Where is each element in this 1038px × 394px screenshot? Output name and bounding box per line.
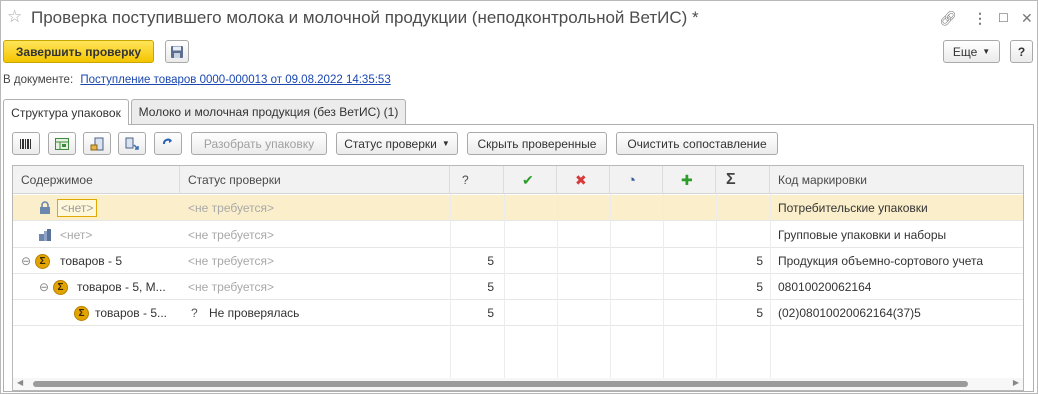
- collapse-icon[interactable]: ⊖: [39, 280, 49, 294]
- column-divider: [504, 194, 505, 390]
- close-icon[interactable]: ✕: [1021, 10, 1033, 27]
- tab-package-structure[interactable]: Структура упаковок: [3, 99, 129, 125]
- table-row[interactable]: ⊖ Σ товаров - 5 <не требуется> 5 5 Проду…: [13, 248, 1023, 274]
- row-status: Не проверялась: [209, 306, 300, 320]
- favorite-star-icon[interactable]: ☆: [7, 7, 22, 27]
- column-divider: [770, 194, 771, 390]
- lock-icon: [39, 195, 51, 221]
- unpack-package-button[interactable]: Разобрать упаковку: [191, 132, 327, 155]
- row-code: (02)08010020062164(37)5: [778, 306, 921, 320]
- row-status: <не требуется>: [188, 228, 274, 242]
- plus-icon[interactable]: ✚: [663, 166, 716, 194]
- collapse-icon[interactable]: ⊖: [21, 254, 31, 268]
- floppy-disk-icon: [171, 45, 183, 58]
- question-icon: ?: [191, 306, 198, 320]
- row-content: товаров - 5...: [95, 306, 168, 320]
- document-link[interactable]: Поступление товаров 0000-000013 от 09.08…: [80, 74, 390, 86]
- row-code: 08010020062164: [778, 280, 872, 294]
- sum-icon: Σ: [74, 305, 89, 321]
- partial-icon[interactable]: ◔: [610, 166, 663, 194]
- barcode-scan-button[interactable]: [12, 132, 40, 155]
- row-total: 5: [756, 254, 763, 268]
- refresh-icon: [163, 138, 172, 144]
- row-unknown-count: 5: [487, 280, 494, 294]
- row-total: 5: [756, 306, 763, 320]
- column-divider: [557, 194, 558, 390]
- finish-check-button[interactable]: Завершить проверку: [3, 40, 154, 63]
- row-code: Групповые упаковки и наборы: [778, 228, 947, 242]
- row-unknown-count: 5: [487, 306, 494, 320]
- chevron-down-icon: ▼: [982, 47, 991, 56]
- check-icon[interactable]: ✔: [504, 166, 557, 194]
- column-divider: [610, 194, 611, 390]
- horizontal-scrollbar[interactable]: ◀ ▶: [13, 378, 1023, 390]
- table-row[interactable]: Σ товаров - 5... ? Не проверялась 5 5 (0…: [13, 300, 1023, 326]
- group-package-icon: [38, 222, 52, 248]
- header-code[interactable]: Код маркировки: [770, 166, 1023, 194]
- maximize-icon[interactable]: ☐: [998, 11, 1009, 25]
- header-unknown[interactable]: ?: [450, 166, 504, 194]
- table-header: Содержимое Статус проверки ? ✔ ✖ ◔ ✚ Σ К…: [13, 166, 1023, 194]
- table-select-button[interactable]: [48, 132, 76, 155]
- add-package-button[interactable]: [83, 132, 111, 155]
- add-package-icon: [90, 137, 104, 150]
- save-button[interactable]: [165, 40, 189, 63]
- column-divider: [450, 194, 451, 390]
- help-button[interactable]: ?: [1010, 40, 1033, 63]
- more-button[interactable]: Еще ▼: [943, 40, 1000, 63]
- row-code: Потребительские упаковки: [778, 201, 928, 215]
- sum-icon[interactable]: Σ: [716, 166, 770, 194]
- unpack-icon: [125, 137, 139, 150]
- check-status-label: Статус проверки: [344, 136, 437, 151]
- package-structure-table[interactable]: Содержимое Статус проверки ? ✔ ✖ ◔ ✚ Σ К…: [12, 165, 1024, 391]
- column-divider: [716, 194, 717, 390]
- table-row[interactable]: ⊖ Σ товаров - 5, М... <не требуется> 5 5…: [13, 274, 1023, 300]
- row-code: Продукция объемно-сортового учета: [778, 254, 984, 268]
- link-icon[interactable]: 🔗︎: [939, 10, 957, 27]
- scroll-right-icon[interactable]: ▶: [1013, 378, 1019, 387]
- row-total: 5: [756, 280, 763, 294]
- row-content: товаров - 5, М...: [77, 280, 166, 294]
- row-content: <нет>: [57, 199, 98, 217]
- table-row[interactable]: <нет> <не требуется> Потребительские упа…: [13, 195, 1023, 221]
- scroll-left-icon[interactable]: ◀: [17, 378, 23, 387]
- row-status: <не требуется>: [188, 280, 274, 294]
- table-select-icon: [55, 137, 69, 150]
- sum-icon: Σ: [53, 279, 69, 295]
- refresh-button[interactable]: [154, 132, 182, 155]
- document-prefix: В документе:: [3, 74, 74, 86]
- row-content: <нет>: [60, 228, 93, 242]
- chevron-down-icon: ▼: [441, 139, 450, 148]
- table-row[interactable]: <нет> <не требуется> Групповые упаковки …: [13, 222, 1023, 248]
- title-bar: ☆ Проверка поступившего молока и молочно…: [1, 1, 1037, 35]
- header-status[interactable]: Статус проверки: [180, 166, 450, 194]
- document-reference: В документе: Поступление товаров 0000-00…: [3, 74, 391, 86]
- column-divider: [663, 194, 664, 390]
- more-label: Еще: [952, 44, 978, 59]
- cross-icon[interactable]: ✖: [557, 166, 610, 194]
- row-content: товаров - 5: [60, 254, 123, 268]
- tab-milk-products[interactable]: Молоко и молочная продукция (без ВетИС) …: [131, 99, 406, 124]
- unpack-button[interactable]: [118, 132, 146, 155]
- scroll-thumb[interactable]: [33, 381, 968, 387]
- clear-match-button[interactable]: Очистить сопоставление: [616, 132, 778, 155]
- hide-checked-button[interactable]: Скрыть проверенные: [467, 132, 607, 155]
- row-status: <не требуется>: [188, 254, 274, 268]
- header-content[interactable]: Содержимое: [13, 166, 180, 194]
- check-status-button[interactable]: Статус проверки ▼: [336, 132, 458, 155]
- row-status: <не требуется>: [188, 201, 274, 215]
- kebab-menu-icon[interactable]: ⋮: [973, 10, 987, 27]
- window: ☆ Проверка поступившего молока и молочно…: [0, 0, 1038, 394]
- sum-icon: Σ: [35, 253, 51, 269]
- window-title: Проверка поступившего молока и молочной …: [31, 8, 699, 27]
- barcode-scan-icon: [20, 138, 31, 149]
- row-unknown-count: 5: [487, 254, 494, 268]
